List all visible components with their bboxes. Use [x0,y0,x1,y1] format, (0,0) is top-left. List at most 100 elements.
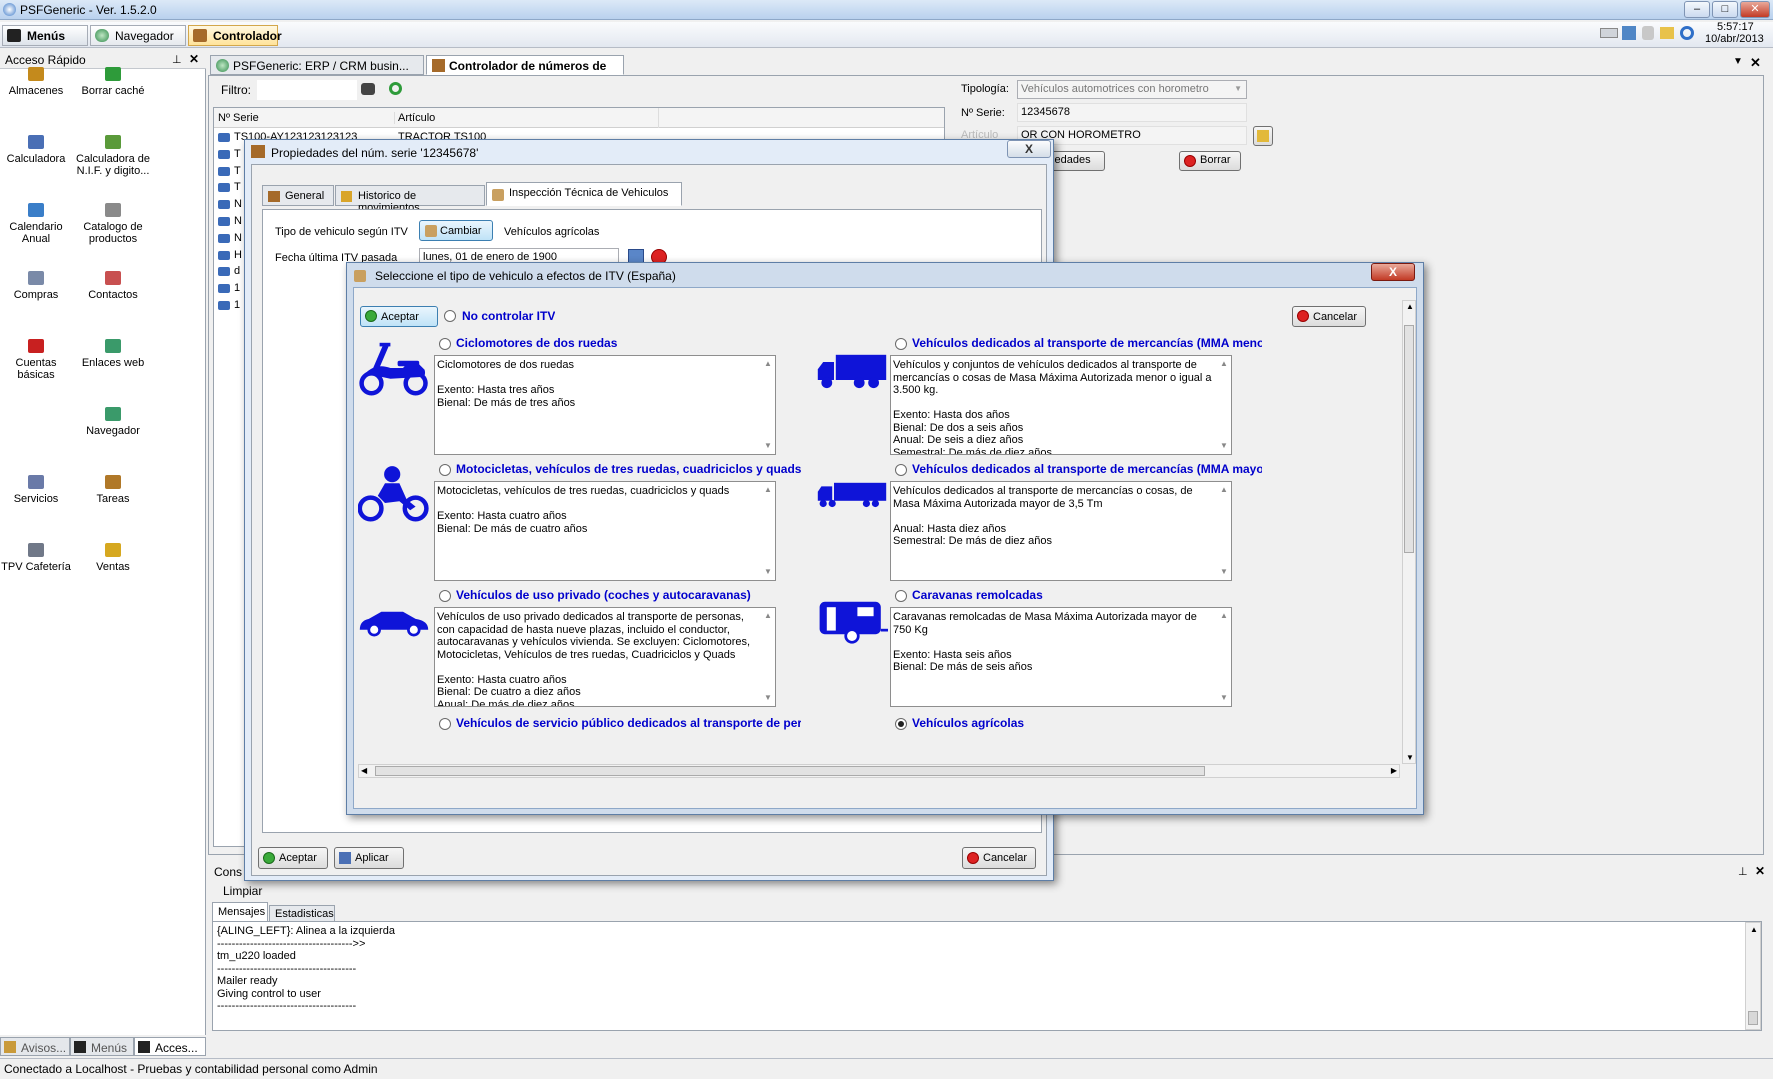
pin-icon[interactable]: ⊥ [1738,865,1748,878]
scroll-thumb[interactable] [1404,325,1414,553]
col-header-serie[interactable]: Nº Serie [218,112,259,124]
cambiar-button[interactable]: Cambiar [419,220,493,241]
tipologia-select[interactable]: Vehículos automotrices con horometro ▼ [1017,80,1247,99]
description-scrollbar[interactable]: ▲ ▼ [1217,608,1231,706]
filter-input[interactable] [257,80,357,100]
quick-access-item[interactable]: TPV Cafetería [0,543,75,573]
scroll-right-icon[interactable]: ▶ [1391,766,1397,775]
tab-acceso-rapido[interactable]: Acces... [134,1037,206,1056]
quick-access-item[interactable]: Catalogo de productos [74,203,152,245]
itv-option-radio[interactable] [439,590,451,602]
tab-itv[interactable]: Inspección Técnica de Vehiculos [486,182,682,206]
maximize-button[interactable]: □ [1712,1,1738,18]
description-scrollbar[interactable]: ▲ ▼ [761,608,775,706]
tab-menus[interactable]: Menús [2,25,88,46]
services-icon [28,475,44,489]
scroll-thumb[interactable] [1748,1011,1758,1025]
itv-option-radio[interactable] [895,338,907,350]
quick-access-item[interactable]: Calendario Anual [0,203,75,245]
doc-tab-erp[interactable]: PSFGeneric: ERP / CRM busin... [210,55,424,75]
quick-access-item[interactable]: Almacenes [0,67,75,97]
database-icon[interactable] [1642,26,1654,40]
description-scrollbar[interactable]: ▲ ▼ [761,356,775,454]
quick-access-item[interactable]: Servicios [0,475,75,505]
properties-close-button[interactable]: X [1007,140,1051,158]
scroll-thumb[interactable] [375,766,1205,776]
itv-option-title[interactable]: Vehículos agrícolas [912,716,1262,730]
itv-option-title[interactable]: Ciclomotores de dos ruedas [456,336,801,350]
description-scrollbar[interactable]: ▲ ▼ [1217,356,1231,454]
scroll-up-icon[interactable]: ▲ [1406,302,1414,311]
delete-button[interactable]: Borrar [1179,151,1241,171]
quick-access-item[interactable]: Enlaces web [74,339,152,369]
itv-option-radio[interactable] [895,718,907,730]
close-icon[interactable]: ✕ [1755,864,1765,878]
binoculars-icon[interactable] [361,83,375,95]
description-scrollbar[interactable]: ▲ ▼ [1217,482,1231,580]
quick-access-item[interactable]: Cuentas básicas [0,339,75,381]
refresh-icon[interactable] [1680,26,1694,40]
itv-close-button[interactable]: X [1371,263,1415,281]
console-scrollbar[interactable]: ▲ [1745,922,1761,1030]
no-control-radio[interactable] [444,310,456,322]
quick-access-item[interactable]: Calculadora [0,135,75,165]
itv-option-title[interactable]: Vehículos de uso privado (coches y autoc… [456,588,801,602]
no-control-label[interactable]: No controlar ITV [462,309,555,323]
serie-input[interactable]: 12345678 [1017,103,1247,122]
quick-access-item[interactable]: Contactos [74,271,152,301]
tab-label: Acces... [155,1041,198,1055]
props-cancel-button[interactable]: Cancelar [962,847,1036,869]
quick-access-item[interactable]: Ventas [74,543,152,573]
safe-icon [251,145,265,158]
tab-general[interactable]: General [262,185,334,206]
itv-option-radio[interactable] [439,338,451,350]
keyboard-icon[interactable] [1600,28,1618,38]
itv-option-title[interactable]: Vehículos de servicio público dedicados … [456,716,801,730]
articulo-lookup-button[interactable] [1253,126,1273,146]
props-apply-button[interactable]: Aplicar [334,847,404,869]
scroll-left-icon[interactable]: ◀ [361,766,367,775]
itv-option-title[interactable]: Motocicletas, vehículos de tres ruedas, … [456,462,801,476]
quick-access-item[interactable]: Calculadora de N.I.F. y digito... [74,135,152,177]
description-scrollbar[interactable]: ▲ ▼ [761,482,775,580]
itv-option-title[interactable]: Vehículos dedicados al transporte de mer… [912,462,1262,476]
tab-dropdown-icon[interactable]: ▼ [1733,56,1743,67]
tools-icon[interactable] [1622,26,1636,40]
minimize-button[interactable]: – [1684,1,1710,18]
itv-option-radio[interactable] [439,464,451,476]
itv-option-radio[interactable] [895,464,907,476]
folder-icon[interactable] [1660,27,1674,39]
props-accept-button[interactable]: Aceptar [258,847,328,869]
tab-historico[interactable]: Historico de movimientos [335,185,485,214]
tab-close-icon[interactable]: ✕ [1750,55,1761,71]
itv-option-title[interactable]: Caravanas remolcadas [912,588,1262,602]
itv-option-title[interactable]: Vehículos dedicados al transporte de mer… [912,336,1262,350]
tab-menus-bottom[interactable]: Menús [70,1037,134,1056]
pin-icon[interactable]: ⊥ [172,53,182,66]
itv-horizontal-scrollbar[interactable]: ◀ ▶ [358,764,1400,778]
tab-mensajes[interactable]: Mensajes [212,902,268,921]
globe-icon [105,339,121,353]
scroll-up-icon[interactable]: ▲ [1750,925,1758,934]
refresh-icon[interactable] [389,82,402,95]
clear-button[interactable]: Limpiar [223,884,262,898]
tab-estadisticas[interactable]: Estadisticas [269,905,335,921]
tab-controlador[interactable]: Controlador [188,25,282,46]
close-button[interactable]: ✕ [1740,1,1770,18]
cancel-icon [967,852,979,864]
scroll-down-icon[interactable]: ▼ [1406,753,1414,762]
tab-navegador[interactable]: Navegador [90,25,186,46]
itv-option-radio[interactable] [895,590,907,602]
itv-option-radio[interactable] [439,718,451,730]
itv-accept-button[interactable]: Aceptar [360,306,438,327]
quick-access-item[interactable]: Borrar caché [74,67,152,97]
itv-cancel-button[interactable]: Cancelar [1292,306,1366,327]
doc-tab-controlador[interactable]: Controlador de números de ... [426,55,624,87]
quick-access-item[interactable]: Tareas [74,475,152,505]
close-icon[interactable]: ✕ [189,52,199,66]
tab-avisos[interactable]: Avisos... [0,1037,70,1056]
itv-vertical-scrollbar[interactable]: ▲ ▼ [1402,300,1416,764]
quick-access-item[interactable]: Compras [0,271,75,301]
quick-access-item[interactable]: Navegador [74,407,152,437]
col-header-articulo[interactable]: Artículo [394,112,654,124]
